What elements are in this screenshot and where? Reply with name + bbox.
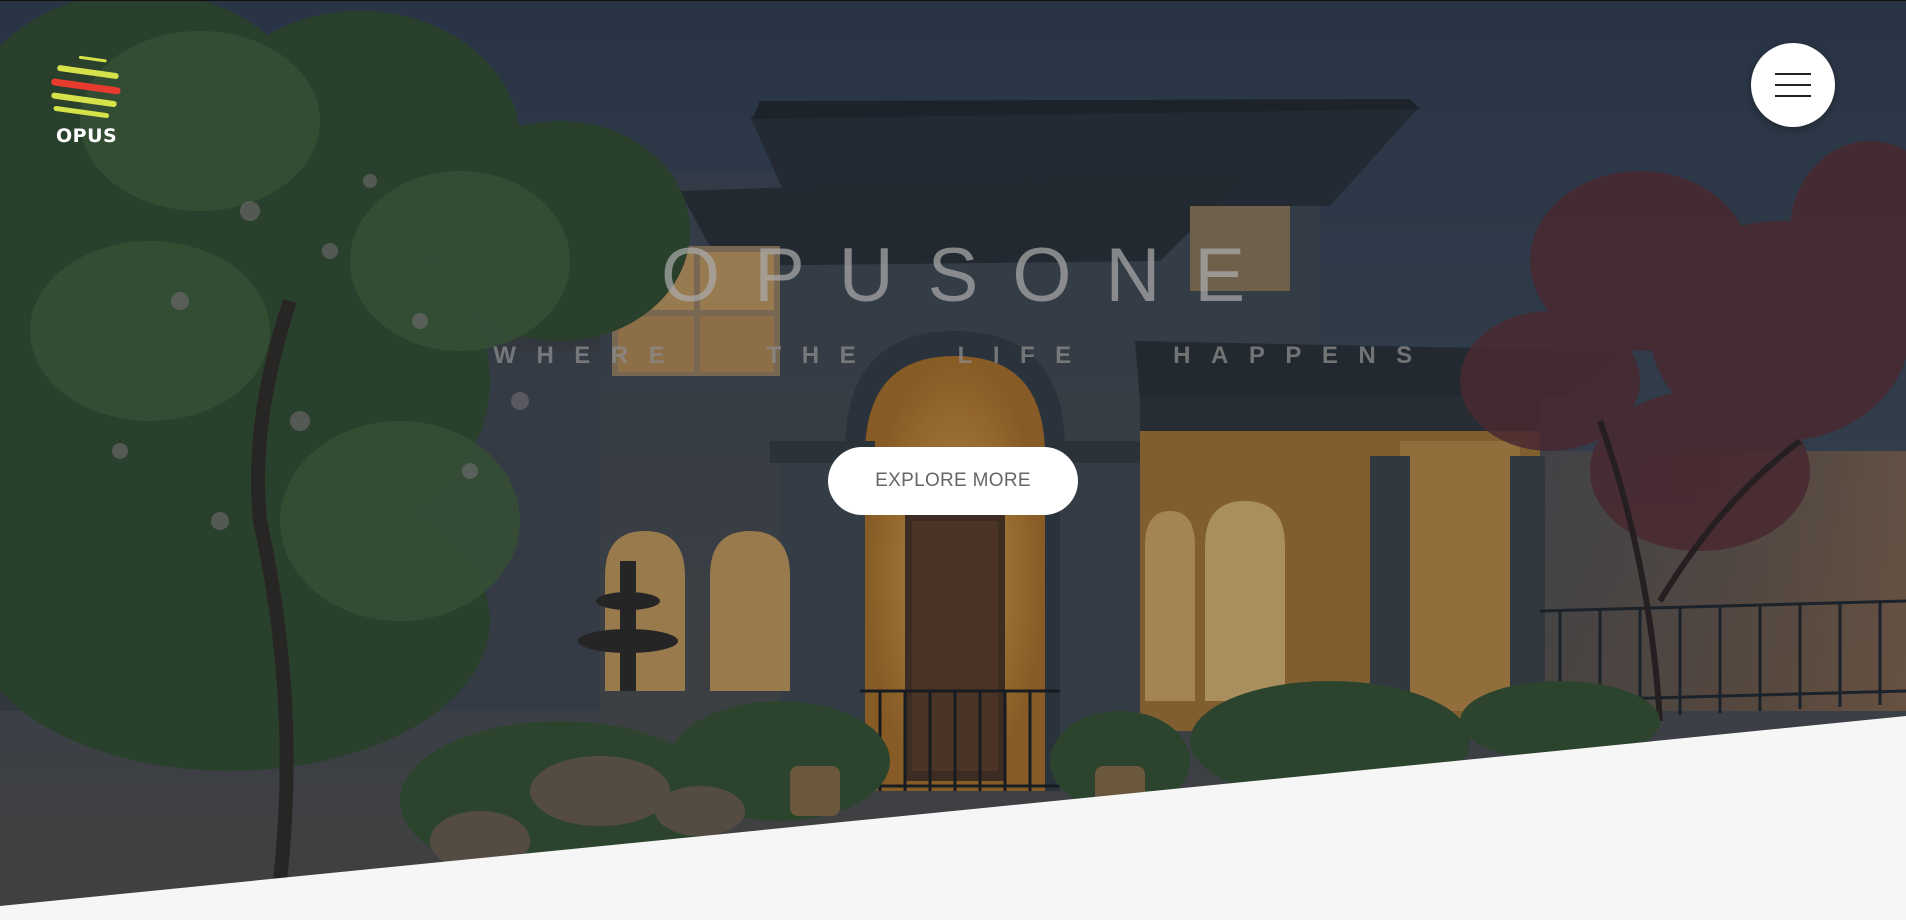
hero-title: OPUSONE — [660, 233, 1280, 318]
hero-section: OPUS OPUSONE WHERE THE LIFE HAPPENS EXPL… — [0, 0, 1906, 920]
logo-wordmark: OPUS — [56, 125, 118, 147]
explore-more-button[interactable]: EXPLORE MORE — [828, 447, 1078, 515]
hero-subtitle: WHERE THE LIFE HAPPENS — [493, 342, 1433, 369]
menu-button[interactable] — [1751, 43, 1835, 127]
